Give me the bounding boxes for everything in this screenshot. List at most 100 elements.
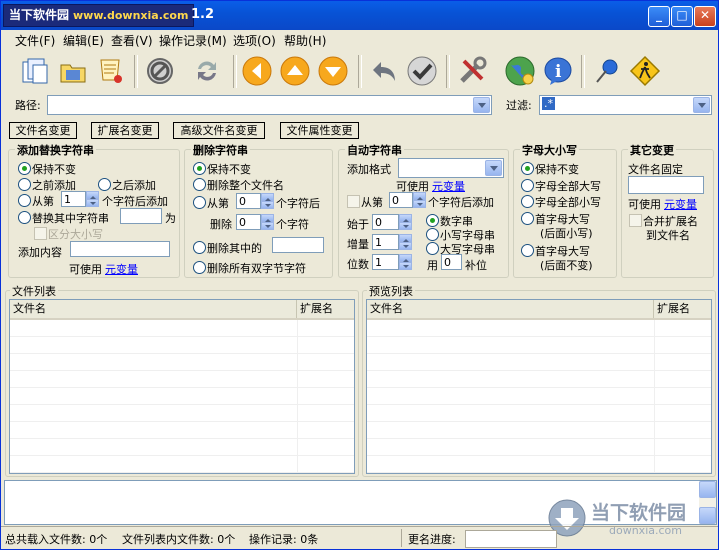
delete-count-spinner[interactable] <box>261 214 274 230</box>
undo-icon[interactable] <box>368 55 400 87</box>
info-icon[interactable]: i <box>542 55 574 87</box>
start-spinner[interactable] <box>399 214 412 230</box>
menu-view[interactable]: 查看(V) <box>111 32 153 49</box>
arrow-up-icon[interactable] <box>279 55 311 87</box>
radio-delete-all[interactable] <box>193 178 206 191</box>
digits-input[interactable]: 1 <box>372 254 399 270</box>
path-row: 路径: 过滤: .* <box>1 93 718 117</box>
column-extension[interactable]: 扩展名 <box>654 300 711 318</box>
radio-case-keep[interactable] <box>521 162 534 175</box>
tab-attribute-change[interactable]: 文件属性变更 <box>280 122 359 139</box>
meta-variable-link[interactable]: 元变量 <box>664 196 697 212</box>
format-combobox[interactable] <box>398 158 504 178</box>
tools-icon[interactable] <box>456 55 488 87</box>
toolbar-separator <box>358 55 362 88</box>
meta-variable-link[interactable]: 元变量 <box>105 261 138 277</box>
radio-capitalize-rest-lower[interactable] <box>521 212 534 225</box>
radio-uppercase-string[interactable] <box>426 242 439 255</box>
menu-history[interactable]: 操作记录(M) <box>159 32 227 49</box>
radio-delete-double-byte[interactable] <box>193 261 206 274</box>
tab-advanced-filename-change[interactable]: 高级文件名变更 <box>173 122 265 139</box>
globe-icon[interactable] <box>504 55 536 87</box>
filter-combobox[interactable]: .* <box>539 95 712 115</box>
delete-within-input[interactable] <box>272 237 324 253</box>
warning-sign-icon[interactable] <box>629 55 661 87</box>
radio-replace-keep[interactable] <box>18 162 31 175</box>
digits-spinner[interactable] <box>399 254 412 270</box>
list-row <box>10 439 354 456</box>
position-input[interactable]: 1 <box>61 191 86 207</box>
stop-icon[interactable] <box>144 55 176 87</box>
auto-from-spinner[interactable] <box>413 192 426 208</box>
arrow-left-icon[interactable] <box>241 55 273 87</box>
preview-list[interactable]: 文件名 扩展名 <box>366 299 712 474</box>
chevron-down-icon[interactable] <box>485 160 502 176</box>
path-combobox[interactable] <box>47 95 492 115</box>
radio-delete-from[interactable] <box>193 196 206 209</box>
status-bar: 总共载入文件数: 0个 文件列表内文件数: 0个 操作记录: 0条 更名进度: <box>1 526 718 549</box>
add-content-input[interactable] <box>70 241 170 257</box>
svg-text:i: i <box>555 62 562 82</box>
step-input[interactable]: 1 <box>372 234 399 250</box>
group-letter-case: 字母大小写 保持不变 字母全部大写 字母全部小写 首字母大写 (后面小写) 首字… <box>513 142 617 278</box>
maximize-button[interactable]: □ <box>671 6 693 27</box>
check-icon[interactable] <box>406 55 438 87</box>
menu-file[interactable]: 文件(F) <box>15 32 55 49</box>
radio-add-before[interactable] <box>18 178 31 191</box>
menu-edit[interactable]: 编辑(E) <box>63 32 104 49</box>
chevron-down-icon[interactable] <box>473 97 490 113</box>
replace-source-input[interactable] <box>120 208 162 224</box>
list-row <box>10 388 354 405</box>
path-label: 路径: <box>15 99 41 112</box>
start-input[interactable]: 0 <box>372 214 399 230</box>
auto-from-input[interactable]: 0 <box>389 192 413 208</box>
menu-help[interactable]: 帮助(H) <box>284 32 326 49</box>
pad-char-input[interactable]: 0 <box>441 254 462 270</box>
radio-replace-string[interactable] <box>18 211 31 224</box>
scroll-icon[interactable] <box>95 55 127 87</box>
tab-extension-change[interactable]: 扩展名变更 <box>91 122 159 139</box>
toolbar-separator <box>446 55 450 88</box>
open-folder-icon[interactable] <box>57 55 89 87</box>
file-list[interactable]: 文件名 扩展名 <box>9 299 355 474</box>
column-extension[interactable]: 扩展名 <box>297 300 354 318</box>
radio-lowercase-string[interactable] <box>426 228 439 241</box>
delete-from-input[interactable]: 0 <box>236 193 261 209</box>
add-files-icon[interactable] <box>19 55 51 87</box>
refresh-icon[interactable] <box>191 55 223 87</box>
list-row <box>367 405 711 422</box>
menu-options[interactable]: 选项(O) <box>233 32 276 49</box>
radio-add-at-position[interactable] <box>18 194 31 207</box>
radio-all-lower[interactable] <box>521 195 534 208</box>
list-row <box>10 456 354 473</box>
delete-from-spinner[interactable] <box>261 193 274 209</box>
delete-count-input[interactable]: 0 <box>236 214 261 230</box>
radio-number-string[interactable] <box>426 214 439 227</box>
column-filename[interactable]: 文件名 <box>10 300 297 318</box>
position-spinner[interactable] <box>86 191 99 207</box>
tab-filename-change[interactable]: 文件名变更 <box>9 122 77 139</box>
chevron-down-icon[interactable] <box>693 97 710 113</box>
pin-icon[interactable] <box>591 55 623 87</box>
group-auto-string: 自动字符串 添加格式 可使用 元变量 从第 0 个字符后添加 始于 0 增量 1… <box>338 142 509 278</box>
radio-add-after[interactable] <box>98 178 111 191</box>
status-divider <box>401 529 402 547</box>
window-title: 1.2 <box>191 7 215 22</box>
close-button[interactable]: ✕ <box>694 6 716 27</box>
title-bar[interactable]: 当下软件园 www.downxia.com 1.2 _ □ ✕ <box>1 1 718 30</box>
auto-from-checkbox[interactable] <box>347 195 360 208</box>
step-spinner[interactable] <box>399 234 412 250</box>
list-row <box>367 337 711 354</box>
radio-capitalize-rest-keep[interactable] <box>521 244 534 257</box>
column-filename[interactable]: 文件名 <box>367 300 654 318</box>
fixed-filename-input[interactable] <box>628 176 704 194</box>
radio-all-upper[interactable] <box>521 179 534 192</box>
list-row <box>367 456 711 473</box>
minimize-button[interactable]: _ <box>648 6 670 27</box>
meta-variable-link[interactable]: 元变量 <box>432 178 465 194</box>
case-sensitive-checkbox[interactable] <box>34 227 47 240</box>
arrow-down-icon[interactable] <box>317 55 349 87</box>
radio-delete-keep[interactable] <box>193 162 206 175</box>
radio-delete-within[interactable] <box>193 241 206 254</box>
merge-extension-checkbox[interactable] <box>629 214 642 227</box>
